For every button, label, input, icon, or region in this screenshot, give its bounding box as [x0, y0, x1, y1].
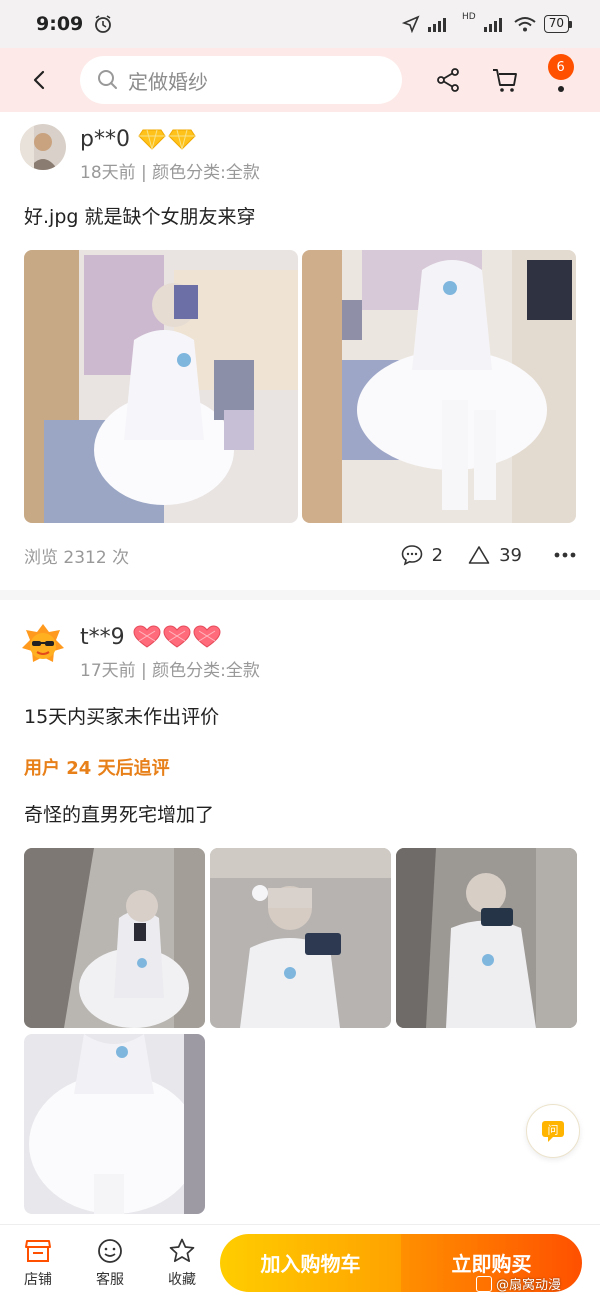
star-icon	[169, 1238, 195, 1262]
comment-icon	[401, 545, 422, 566]
avatar-image	[20, 622, 66, 668]
more-dots-icon[interactable]	[554, 551, 576, 559]
username: t**9	[80, 624, 125, 650]
tab-customer-service-label: 客服	[96, 1271, 124, 1288]
wifi-icon	[514, 17, 536, 32]
followup-text: 奇怪的直男死宅增加了	[24, 804, 215, 826]
share-button[interactable]	[428, 60, 468, 100]
tab-favorite[interactable]: 收藏	[146, 1237, 218, 1289]
avatar-image	[20, 124, 66, 170]
tab-store[interactable]: 店铺	[2, 1237, 74, 1289]
watermark: @扇窝动漫	[476, 1274, 561, 1293]
user-info: p**0 18天前 | 颜色分类:全款	[80, 124, 260, 184]
like-button[interactable]: 39	[467, 543, 522, 567]
tab-store-label: 店铺	[24, 1271, 52, 1288]
thumb-triangle-icon	[468, 546, 490, 564]
review-text: 好.jpg 就是缺个女朋友来穿	[24, 206, 256, 228]
review-meta: 17天前 | 颜色分类:全款	[80, 661, 260, 681]
review-header: t**9 17天前 | 颜色分类:全款	[20, 622, 260, 681]
username: p**0	[80, 126, 130, 152]
review-photo[interactable]	[302, 250, 576, 523]
tab-favorite-label: 收藏	[168, 1271, 196, 1288]
search-placeholder: 定做婚纱	[128, 69, 208, 94]
review-photo[interactable]	[24, 1034, 205, 1214]
nav-actions: 6	[420, 54, 600, 100]
avatar[interactable]	[20, 124, 66, 170]
diamond-badge-icon	[138, 128, 196, 150]
like-count: 39	[499, 544, 522, 566]
battery-tip	[569, 20, 572, 28]
share-icon	[437, 68, 460, 92]
alarm-icon	[95, 15, 112, 33]
top-nav: 定做婚纱 6	[0, 48, 600, 112]
avatar[interactable]	[20, 622, 66, 668]
search-input[interactable]: 定做婚纱	[80, 56, 402, 104]
comment-count: 2	[431, 544, 444, 566]
menu-dot-icon	[557, 86, 564, 92]
status-indicators: HD 70	[402, 12, 572, 33]
hd-label: HD	[462, 12, 476, 22]
question-chat-icon: 问	[542, 1121, 564, 1142]
chevron-left-icon	[33, 70, 45, 90]
more-menu-button[interactable]: 6	[542, 54, 582, 100]
review-actions: 2 39	[386, 543, 576, 567]
review-stats: 浏览 2312 次 2 39	[24, 540, 576, 570]
ask-question-button[interactable]: 问	[526, 1104, 580, 1158]
review-header: p**0 18天前 | 颜色分类:全款	[20, 124, 260, 183]
review-divider	[0, 590, 600, 600]
customer-service-icon	[98, 1238, 122, 1263]
battery-indicator: 70	[543, 15, 572, 33]
store-icon	[25, 1239, 51, 1262]
back-button[interactable]	[0, 48, 80, 112]
watermark-text: @扇窝动漫	[496, 1278, 562, 1293]
battery-level: 70	[543, 15, 569, 33]
view-count: 浏览 2312 次	[24, 547, 130, 568]
cart-icon	[492, 69, 517, 92]
cart-button[interactable]	[485, 60, 525, 100]
username-row: p**0	[80, 124, 260, 154]
review-text: 15天内买家未作出评价	[24, 706, 220, 728]
review-photo[interactable]	[24, 250, 298, 523]
signal-icon	[428, 18, 447, 32]
review-photo[interactable]	[396, 848, 577, 1028]
username-row: t**9	[80, 622, 260, 652]
svg-text:问: 问	[548, 1124, 559, 1137]
search-icon	[98, 70, 117, 89]
review-photo[interactable]	[24, 848, 205, 1028]
watermark-logo-icon	[476, 1275, 492, 1292]
tab-customer-service[interactable]: 客服	[74, 1237, 146, 1289]
review-photo[interactable]	[210, 848, 391, 1028]
heart-badge-icon	[133, 625, 221, 649]
comment-button[interactable]: 2	[400, 543, 443, 567]
location-arrow-icon	[402, 15, 420, 33]
followup-label: 用户 24 天后追评	[24, 758, 170, 779]
review-meta: 18天前 | 颜色分类:全款	[80, 163, 260, 183]
status-bar: 9:09 HD 70	[0, 0, 600, 48]
status-time: 9:09	[36, 13, 84, 35]
user-info: t**9 17天前 | 颜色分类:全款	[80, 622, 260, 682]
menu-badge: 6	[547, 54, 574, 80]
add-to-cart-button[interactable]: 加入购物车	[220, 1233, 401, 1292]
signal-icon-2	[483, 18, 502, 32]
